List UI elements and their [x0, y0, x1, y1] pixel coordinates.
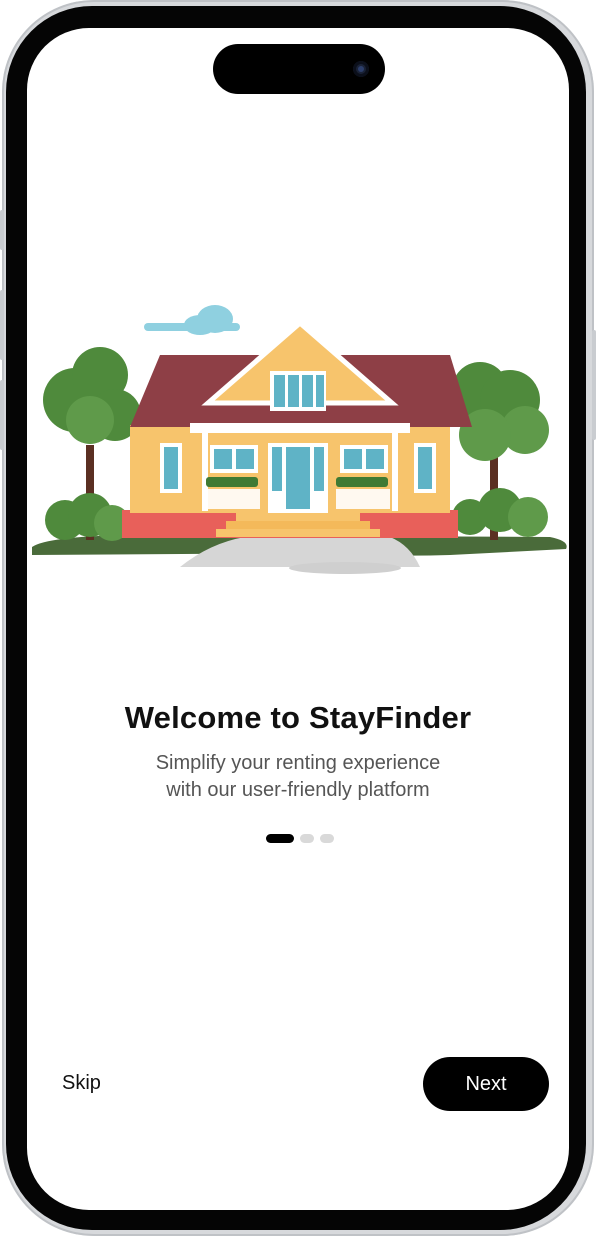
screen: [27, 28, 569, 1210]
page-dot-3[interactable]: [320, 834, 334, 843]
camera-lens-dot: [358, 66, 364, 72]
subtitle-line-1: Simplify your renting experience: [155, 752, 441, 774]
side-button-left-bottom: [0, 380, 4, 450]
page-dot-2[interactable]: [300, 834, 314, 843]
onboarding-title: Welcome to StayFinder: [124, 700, 472, 735]
subtitle-line-2: with our user-friendly platform: [166, 779, 430, 801]
house-illustration: [32, 305, 567, 574]
page-dot-1-active[interactable]: [266, 834, 294, 843]
page-indicator: [266, 834, 334, 843]
side-button-left-mid: [0, 290, 4, 360]
skip-button[interactable]: Skip: [62, 1072, 101, 1095]
next-button[interactable]: Next: [423, 1057, 549, 1111]
cloud-icon: [144, 305, 240, 335]
onboarding-subtitle: Simplify your renting experience with ou…: [0, 750, 596, 804]
side-button-left-top: [0, 210, 4, 250]
side-button-right: [592, 330, 596, 440]
tree-right-icon: [452, 362, 549, 540]
dynamic-island: [213, 44, 385, 94]
